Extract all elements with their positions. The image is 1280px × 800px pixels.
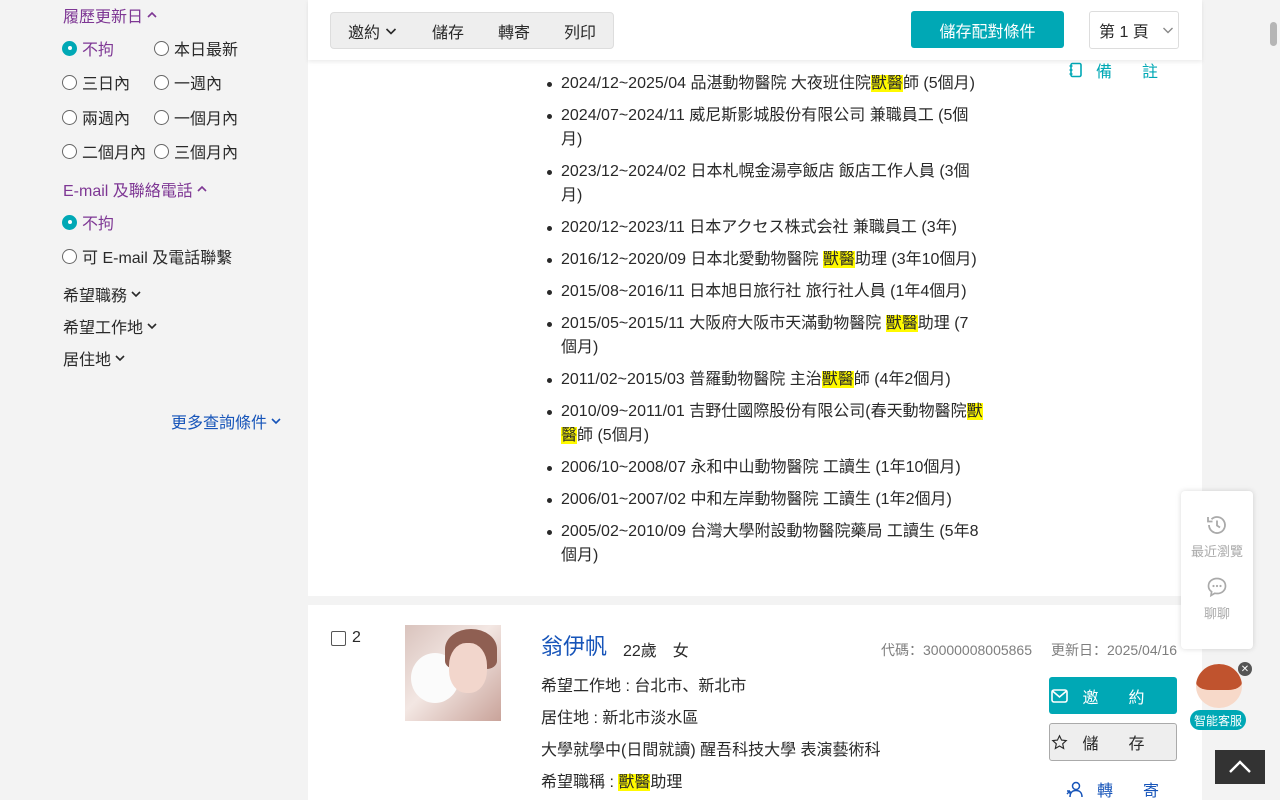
chevron-down-icon [131,291,141,298]
resume-card: 2 翁伊帆 22歲 女 代碼：30000008005865 更新日：2025/0… [308,605,1202,800]
close-icon[interactable]: ✕ [1238,662,1252,676]
toolbar-button-group: 邀約 儲存 轉寄 列印 [330,12,615,49]
filter-sidebar: 履歷更新日 不拘 本日最新 三日內 一週內 兩週內 一個月內 二個月內 三個月內… [0,0,307,800]
experience-item: 2024/12~2025/04 品湛動物醫院 大夜班住院獸醫師 (5個月) [543,72,983,96]
chat-button[interactable]: 聊聊 [1181,575,1253,622]
candidate-education: 大學就學中(日間就讀) 醒吾科技大學 表演藝術科 [541,742,881,759]
experience-item: 2020/12~2023/11 日本アクセス株式会社 兼職員工 (3年) [543,216,983,240]
page-select[interactable]: 第 1 頁 [1089,11,1179,49]
experience-item: 2015/05~2015/11 大阪府大阪市天滿動物醫院 獸醫助理 (7個月) [543,312,983,360]
radio-update-3months[interactable]: 三個月內 [154,139,238,163]
smart-assistant-button[interactable]: 智能客服 ✕ [1190,662,1252,730]
resume-index: 2 [352,629,361,646]
chevron-down-icon [385,27,397,35]
toolbar-print-button[interactable]: 列印 [547,13,613,48]
toolbar-invite-button[interactable]: 邀約 [331,13,415,48]
radio-update-3days[interactable]: 三日內 [62,70,130,94]
candidate-desired-title: 希望職稱 : 獸醫助理 [541,774,683,791]
chevron-up-icon [147,11,157,18]
save-match-conditions-button[interactable]: 儲存配對條件 [911,11,1064,48]
chat-bubble-icon [1207,577,1227,598]
recent-views-label: 最近瀏覽 [1190,544,1243,559]
experience-item: 2016/12~2020/09 日本北愛動物醫院 獸醫助理 (3年10個月) [543,248,983,272]
radio-update-today[interactable]: 本日最新 [154,36,238,60]
resume-card: 2024/12~2025/04 品湛動物醫院 大夜班住院獸醫師 (5個月) 202… [308,0,1202,596]
note-button[interactable]: 備註 [1068,58,1188,82]
forward-button[interactable]: 轉寄 [1066,777,1189,800]
assistant-label: 智能客服 [1190,710,1246,730]
contact-title: E-mail 及聯絡電話 [63,183,193,200]
chevron-down-icon [1162,27,1173,34]
update-date-title: 履歷更新日 [63,9,144,26]
results-area: 2024/12~2025/04 品湛動物醫院 大夜班住院獸醫師 (5個月) 202… [308,0,1202,800]
radio-contact-any[interactable]: 不拘 [62,210,114,234]
toolbar-invite-label: 邀約 [348,24,381,42]
desired-job-filter[interactable]: 希望職務 [63,282,143,306]
forward-label: 轉寄 [1097,783,1190,800]
residence-filter[interactable]: 居住地 [63,346,127,370]
note-icon [1069,62,1082,78]
floating-side-panel: 最近瀏覽 聊聊 [1181,491,1253,649]
experience-item: 2006/10~2008/07 永和中山動物醫院 工讀生 (1年10個月) [543,456,983,480]
toolbar-forward-button[interactable]: 轉寄 [481,13,547,48]
desired-job-label: 希望職務 [63,288,128,305]
star-icon [1051,733,1069,750]
invite-label: 邀約 [1082,689,1175,707]
experience-item: 2015/08~2016/11 日本旭日旅行社 旅行社人員 (1年4個月) [543,280,983,304]
action-toolbar: 邀約 儲存 轉寄 列印 儲存配對條件 第 1 頁 [308,0,1202,60]
back-to-top-button[interactable] [1215,750,1265,784]
chevron-down-icon [147,323,157,330]
page-scrollbar[interactable] [1267,0,1280,800]
candidate-code: 代碼：30000008005865 [881,642,1033,658]
candidate-residence: 居住地 : 新北市淡水區 [541,710,699,727]
experience-item: 2010/09~2011/01 吉野仕國際股份有限公司(春天動物醫院獸醫師 (5… [543,400,983,448]
radio-contact-available[interactable]: 可 E-mail 及電話聯繫 [62,244,232,268]
save-label: 儲存 [1082,736,1175,753]
more-conditions-label: 更多查詢條件 [171,415,268,432]
note-label: 備註 [1096,64,1189,81]
chat-label: 聊聊 [1203,606,1230,621]
radio-update-2weeks[interactable]: 兩週內 [62,105,130,129]
resume-checkbox[interactable]: 2 [331,629,361,647]
assistant-avatar [1196,664,1242,708]
residence-label: 居住地 [63,352,112,369]
chevron-down-icon [115,355,125,362]
candidate-name[interactable]: 翁伊帆 [541,629,607,661]
page-select-value: 第 1 頁 [1099,24,1149,41]
update-date-header[interactable]: 履歷更新日 [63,3,159,27]
candidate-updated: 更新日：2025/04/16 [1051,642,1178,658]
chevron-up-icon [197,185,207,192]
chevron-up-icon [1229,760,1251,773]
experience-item: 2023/12~2024/02 日本札幌金湯亭飯店 飯店工作人員 (3個月) [543,160,983,208]
experience-item: 2011/02~2015/03 普羅動物醫院 主治獸醫師 (4年2個月) [543,368,983,392]
radio-update-2months[interactable]: 二個月內 [62,139,146,163]
save-button[interactable]: 儲存 [1049,723,1177,761]
radio-update-1month[interactable]: 一個月內 [154,105,238,129]
history-icon [1207,516,1226,534]
keyword-highlight: 獸醫 [885,315,918,332]
desired-location-filter[interactable]: 希望工作地 [63,314,159,338]
recent-views-button[interactable]: 最近瀏覽 [1181,513,1253,560]
experience-item: 2024/07~2024/11 威尼斯影城股份有限公司 兼職員工 (5個月) [543,104,983,152]
work-experience-list: 2024/12~2025/04 品湛動物醫院 大夜班住院獸醫師 (5個月) 202… [543,72,983,576]
experience-item: 2005/02~2010/09 台灣大學附設動物醫院藥局 工讀生 (5年8個月) [543,520,983,568]
keyword-highlight: 獸醫 [822,251,855,268]
forward-user-icon [1066,781,1083,797]
radio-update-any[interactable]: 不拘 [62,36,114,60]
toolbar-save-button[interactable]: 儲存 [415,13,481,48]
invite-button[interactable]: 邀約 [1049,677,1177,714]
avatar[interactable] [405,625,501,721]
contact-header[interactable]: E-mail 及聯絡電話 [63,177,209,201]
candidate-desired-location: 希望工作地 : 台北市、新北市 [541,678,747,695]
keyword-highlight: 獸醫 [870,75,903,92]
experience-item: 2006/01~2007/02 中和左岸動物醫院 工讀生 (1年2個月) [543,488,983,512]
envelope-icon [1051,688,1069,703]
desired-location-label: 希望工作地 [63,320,144,337]
candidate-age-gender: 22歲 女 [623,643,689,660]
more-conditions-link[interactable]: 更多查詢條件 [171,409,283,433]
keyword-highlight: 獸醫 [821,371,854,388]
radio-update-1week[interactable]: 一週內 [154,70,222,94]
chevron-down-icon [271,418,281,425]
